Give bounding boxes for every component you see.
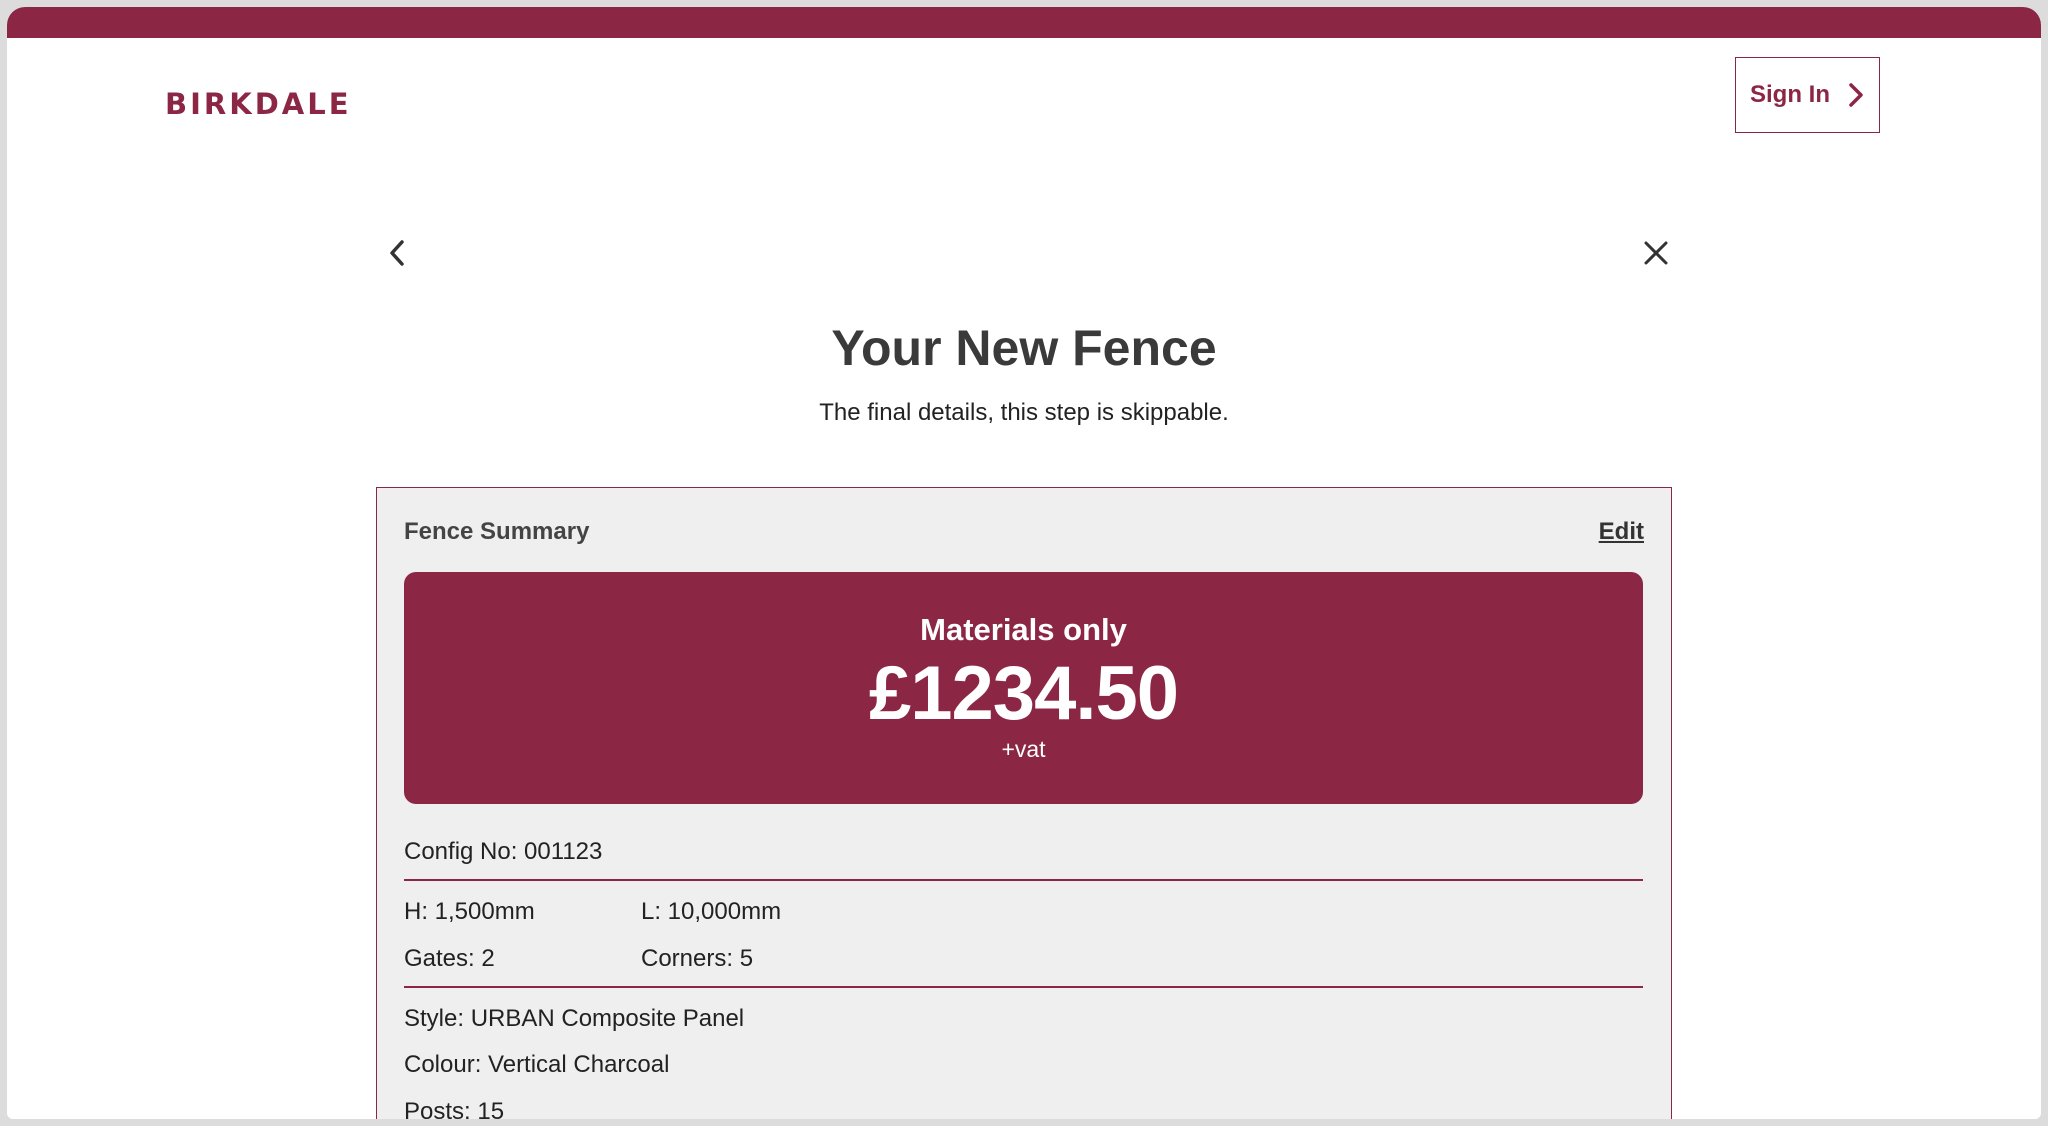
- style-detail: Style: URBAN Composite Panel: [404, 1005, 745, 1032]
- close-icon: [1644, 241, 1668, 265]
- page-title: Your New Fence: [831, 320, 1217, 376]
- divider: [404, 879, 1643, 881]
- price-box: Materials only £1234.50 +vat: [404, 572, 1643, 804]
- birkdale-logo[interactable]: BIRKDALE: [165, 87, 352, 121]
- price-value: £1234.50: [869, 651, 1179, 736]
- back-button[interactable]: [387, 238, 409, 273]
- price-vat-suffix: +vat: [1001, 736, 1046, 762]
- price-label: Materials only: [920, 612, 1127, 647]
- length-spec: L: 10,000mm: [641, 898, 782, 925]
- edit-link[interactable]: Edit: [1599, 518, 1644, 546]
- fence-summary-card: Fence Summary Edit Materials only £1234.…: [376, 487, 1672, 1119]
- corners-spec: Corners: 5: [641, 945, 754, 972]
- app-window: BIRKDALE Sign In Your New Fence The fina…: [7, 7, 2041, 1119]
- sign-in-button[interactable]: Sign In: [1735, 57, 1880, 133]
- chevron-left-icon: [390, 240, 404, 266]
- config-number: Config No: 001123: [404, 838, 603, 865]
- height-spec: H: 1,500mm: [404, 898, 535, 925]
- divider: [404, 986, 1643, 988]
- top-brand-bar: [7, 7, 2041, 38]
- gates-spec: Gates: 2: [404, 945, 495, 972]
- chevron-right-icon: [1849, 83, 1863, 107]
- colour-detail: Colour: Vertical Charcoal: [404, 1051, 670, 1078]
- sign-in-label: Sign In: [1750, 81, 1830, 108]
- posts-detail: Posts: 15: [404, 1098, 505, 1119]
- close-button[interactable]: [1643, 240, 1669, 271]
- page-subtitle: The final details, this step is skippabl…: [819, 399, 1229, 426]
- card-title: Fence Summary: [404, 518, 590, 545]
